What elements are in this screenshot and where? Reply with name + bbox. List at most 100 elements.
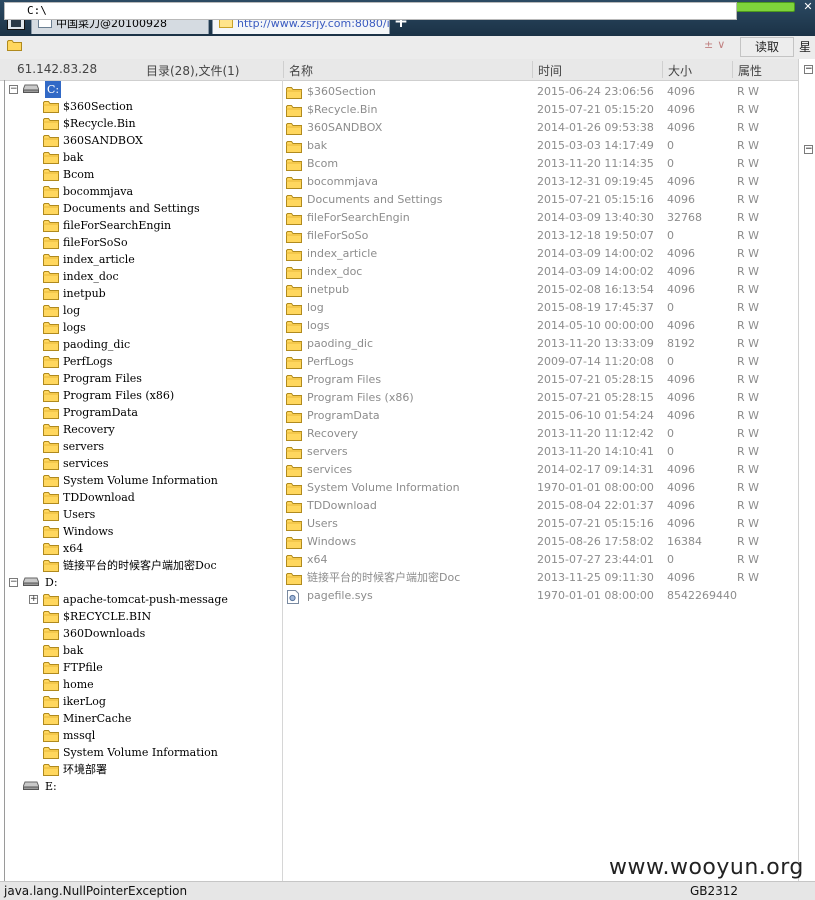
- tree-folder[interactable]: 环境部署: [43, 761, 279, 778]
- file-row[interactable]: index_article 2014-03-09 14:00:02 4096 R W: [284, 245, 794, 263]
- encoding-indicator[interactable]: GB2312: [690, 882, 738, 900]
- file-row[interactable]: servers 2013-11-20 14:10:41 0 R W: [284, 443, 794, 461]
- tree-folder[interactable]: System Volume Information: [43, 472, 279, 489]
- tree-folder[interactable]: Users: [43, 506, 279, 523]
- file-row[interactable]: Recovery 2013-11-20 11:12:42 0 R W: [284, 425, 794, 443]
- tree-drive[interactable]: E:: [9, 778, 279, 795]
- tree-folder[interactable]: home: [43, 676, 279, 693]
- tree-folder[interactable]: log: [43, 302, 279, 319]
- file-row[interactable]: ProgramData 2015-06-10 01:54:24 4096 R W: [284, 407, 794, 425]
- file-row[interactable]: Program Files (x86) 2015-07-21 05:28:15 40…: [284, 389, 794, 407]
- file-row[interactable]: Bcom 2013-11-20 11:14:35 0 R W: [284, 155, 794, 173]
- file-row[interactable]: bak 2015-03-03 14:17:49 0 R W: [284, 137, 794, 155]
- file-row[interactable]: paoding_dic 2013-11-20 13:33:09 8192 R W: [284, 335, 794, 353]
- file-row[interactable]: services 2014-02-17 09:14:31 4096 R W: [284, 461, 794, 479]
- tree-folder[interactable]: Recovery: [43, 421, 279, 438]
- file-time: 2014-01-26 09:53:38: [537, 121, 654, 134]
- folder-label: bak: [63, 644, 84, 657]
- file-name: inetpub: [307, 283, 350, 296]
- file-row[interactable]: TDDownload 2015-08-04 22:01:37 4096 R W: [284, 497, 794, 515]
- column-time[interactable]: 时间: [538, 62, 562, 79]
- file-row[interactable]: PerfLogs 2009-07-14 11:20:08 0 R W: [284, 353, 794, 371]
- tree-folder[interactable]: Program Files: [43, 370, 279, 387]
- tree-folder[interactable]: + apache-tomcat-push-message: [29, 591, 279, 608]
- tree-drive[interactable]: − C:: [9, 81, 279, 98]
- file-row[interactable]: $360Section 2015-06-24 23:06:56 4096 R W: [284, 83, 794, 101]
- column-attr[interactable]: 属性: [738, 62, 762, 79]
- tree-folder[interactable]: 360Downloads: [43, 625, 279, 642]
- tree-folder[interactable]: PerfLogs: [43, 353, 279, 370]
- file-row[interactable]: log 2015-08-19 17:45:37 0 R W: [284, 299, 794, 317]
- close-icon[interactable]: ✕: [801, 0, 815, 14]
- tree-folder[interactable]: bocommjava: [43, 183, 279, 200]
- folder-icon: [43, 730, 59, 742]
- tree-folder[interactable]: fileForSearchEngin: [43, 217, 279, 234]
- tree-folder[interactable]: index_doc: [43, 268, 279, 285]
- tree-folder[interactable]: Bcom: [43, 166, 279, 183]
- file-row[interactable]: Users 2015-07-21 05:15:16 4096 R W: [284, 515, 794, 533]
- tree-folder[interactable]: bak: [43, 149, 279, 166]
- column-name[interactable]: 名称: [289, 62, 313, 79]
- file-row[interactable]: System Volume Information 1970-01-01 08:0…: [284, 479, 794, 497]
- file-name: bocommjava: [307, 175, 378, 188]
- expand-icon[interactable]: +: [29, 595, 38, 604]
- bookmark-button[interactable]: 星: [799, 37, 811, 57]
- file-row[interactable]: fileForSearchEngin 2014-03-09 13:40:30 327…: [284, 209, 794, 227]
- file-row[interactable]: fileForSoSo 2013-12-18 19:50:07 0 R W: [284, 227, 794, 245]
- file-row[interactable]: logs 2014-05-10 00:00:00 4096 R W: [284, 317, 794, 335]
- tree-folder[interactable]: Windows: [43, 523, 279, 540]
- folder-icon: [43, 526, 59, 538]
- tree-folder[interactable]: services: [43, 455, 279, 472]
- file-row[interactable]: $Recycle.Bin 2015-07-21 05:15:20 4096 R W: [284, 101, 794, 119]
- file-row[interactable]: pagefile.sys 1970-01-01 08:00:00 854226944…: [284, 587, 794, 605]
- file-row[interactable]: index_doc 2014-03-09 14:00:02 4096 R W: [284, 263, 794, 281]
- tree-folder[interactable]: Program Files (x86): [43, 387, 279, 404]
- collapse-icon[interactable]: −: [804, 145, 813, 154]
- tree-folder[interactable]: $RECYCLE.BIN: [43, 608, 279, 625]
- folder-icon: [286, 177, 302, 189]
- file-attr: R W: [737, 85, 760, 98]
- file-size: 4096: [667, 247, 695, 260]
- read-button[interactable]: 读取: [740, 37, 794, 57]
- file-row[interactable]: inetpub 2015-02-08 16:13:54 4096 R W: [284, 281, 794, 299]
- file-row[interactable]: Documents and Settings 2015-07-21 05:15:1…: [284, 191, 794, 209]
- history-dropdown-icon[interactable]: ±∨: [704, 38, 729, 51]
- tree-folder[interactable]: logs: [43, 319, 279, 336]
- tree-folder[interactable]: TDDownload: [43, 489, 279, 506]
- tree-folder[interactable]: index_article: [43, 251, 279, 268]
- tree-folder[interactable]: 链接平台的时候客户端加密Doc: [43, 557, 279, 574]
- collapse-icon[interactable]: −: [804, 65, 813, 74]
- tree-folder[interactable]: $Recycle.Bin: [43, 115, 279, 132]
- tree-folder[interactable]: ikerLog: [43, 693, 279, 710]
- file-name: log: [307, 301, 324, 314]
- tree-folder[interactable]: FTPfile: [43, 659, 279, 676]
- tree-folder[interactable]: servers: [43, 438, 279, 455]
- path-input[interactable]: C:\: [4, 2, 737, 20]
- tree-folder[interactable]: 360SANDBOX: [43, 132, 279, 149]
- tree-folder[interactable]: bak: [43, 642, 279, 659]
- file-time: 2015-03-03 14:17:49: [537, 139, 654, 152]
- tree-folder[interactable]: MinerCache: [43, 710, 279, 727]
- file-row[interactable]: 360SANDBOX 2014-01-26 09:53:38 4096 R W: [284, 119, 794, 137]
- file-name: $360Section: [307, 85, 376, 98]
- file-row[interactable]: Program Files 2015-07-21 05:28:15 4096 R W: [284, 371, 794, 389]
- collapse-icon[interactable]: −: [9, 85, 18, 94]
- tree-folder[interactable]: mssql: [43, 727, 279, 744]
- file-name: ProgramData: [307, 409, 380, 422]
- file-row[interactable]: 链接平台的时候客户端加密Doc 2013-11-25 09:11:30 4096 R …: [284, 569, 794, 587]
- file-size: 4096: [667, 319, 695, 332]
- tree-folder[interactable]: ProgramData: [43, 404, 279, 421]
- collapse-icon[interactable]: −: [9, 578, 18, 587]
- tree-folder[interactable]: System Volume Information: [43, 744, 279, 761]
- tree-folder[interactable]: paoding_dic: [43, 336, 279, 353]
- tree-drive[interactable]: − D:: [9, 574, 279, 591]
- tree-folder[interactable]: Documents and Settings: [43, 200, 279, 217]
- tree-folder[interactable]: inetpub: [43, 285, 279, 302]
- tree-folder[interactable]: fileForSoSo: [43, 234, 279, 251]
- file-row[interactable]: Windows 2015-08-26 17:58:02 16384 R W: [284, 533, 794, 551]
- tree-folder[interactable]: x64: [43, 540, 279, 557]
- file-row[interactable]: bocommjava 2013-12-31 09:19:45 4096 R W: [284, 173, 794, 191]
- file-row[interactable]: x64 2015-07-27 23:44:01 0 R W: [284, 551, 794, 569]
- tree-folder[interactable]: $360Section: [43, 98, 279, 115]
- column-size[interactable]: 大小: [668, 62, 692, 79]
